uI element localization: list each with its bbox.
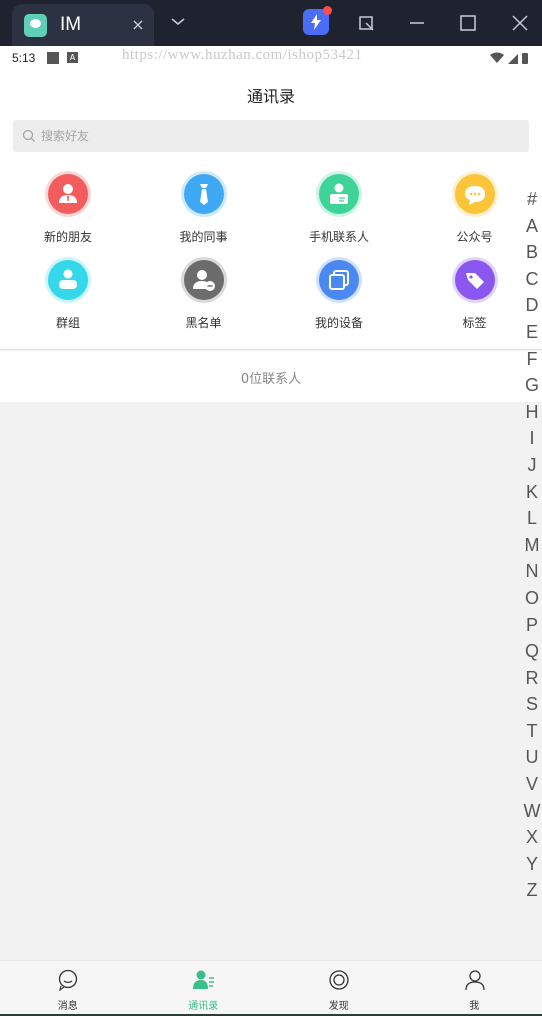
minimize-icon[interactable] [401, 7, 433, 39]
tab-label: 我 [469, 1001, 480, 1012]
index-letter[interactable]: L [522, 505, 542, 532]
index-letter[interactable]: H [522, 399, 542, 426]
index-letter[interactable]: T [522, 718, 542, 745]
index-letter[interactable]: Y [522, 851, 542, 878]
shortcut-groups[interactable]: 群组 [0, 250, 136, 336]
profile-icon [464, 970, 485, 991]
phone-screen: 5:13 A https://www.huzhan.com/ishop53421… [0, 46, 542, 1016]
search-input[interactable] [41, 120, 511, 152]
index-letter[interactable]: R [522, 665, 542, 692]
index-letter[interactable]: I [522, 425, 542, 452]
maximize-icon[interactable] [452, 7, 484, 39]
colleague-icon [180, 171, 227, 217]
shortcut-label: 群组 [55, 316, 80, 330]
phone-contacts-icon [316, 171, 362, 217]
shortcut-label: 我的设备 [314, 316, 363, 330]
screen-capture-icon[interactable] [350, 7, 382, 39]
tab-close-icon[interactable]: × [126, 13, 150, 37]
index-letter[interactable]: A [522, 213, 542, 240]
shortcut-phone-contacts[interactable]: 手机联系人 [271, 164, 407, 250]
notification-square-icon [47, 52, 59, 64]
group-icon [45, 257, 91, 303]
index-letter[interactable]: P [522, 612, 542, 639]
notification-dot [323, 6, 332, 15]
index-letter[interactable]: G [522, 372, 542, 399]
shortcut-blacklist[interactable]: 黑名单 [136, 250, 272, 336]
shortcut-new-friends[interactable]: 新的朋友 [0, 164, 136, 250]
index-letter[interactable]: Q [522, 638, 542, 665]
index-letter[interactable]: O [522, 585, 542, 612]
index-letter[interactable]: C [522, 266, 542, 293]
index-letter[interactable]: F [522, 346, 542, 373]
tab-discover[interactable]: 发现 [271, 961, 407, 1015]
page-title: 通讯录 [246, 87, 295, 106]
search-icon [22, 129, 35, 142]
contact-count: 0位联系人 [240, 372, 302, 387]
tab-label: 消息 [57, 1001, 78, 1012]
keyboard-badge-icon: A [67, 52, 78, 63]
contacts-icon [192, 970, 214, 989]
message-icon [58, 969, 78, 991]
status-time: 5:13 [12, 51, 36, 65]
index-letter[interactable]: D [522, 292, 542, 319]
blacklist-icon [180, 257, 227, 303]
watermark-text: https://www.huzhan.com/ishop53421 [122, 47, 363, 63]
contact-count-row: 0位联系人 [0, 351, 542, 402]
speed-app-icon[interactable] [303, 6, 332, 35]
search-section [0, 116, 542, 156]
alphabet-index-bar[interactable]: # A B C D E F G H I J K L M N O P Q R S T U V W X Y Z [522, 186, 542, 904]
discover-icon [329, 970, 349, 990]
emulator-titlebar: IM × [0, 0, 542, 46]
shortcut-label: 黑名单 [185, 316, 222, 330]
tab-title: IM [60, 14, 82, 35]
shortcut-label: 新的朋友 [43, 230, 92, 244]
device-icon [316, 257, 362, 303]
index-letter[interactable]: X [522, 824, 542, 851]
tab-messages[interactable]: 消息 [0, 961, 136, 1015]
signal-battery-icons [490, 52, 528, 64]
search-box[interactable] [13, 120, 529, 152]
index-letter[interactable]: N [522, 558, 542, 585]
index-letter[interactable]: Z [522, 877, 542, 904]
new-friend-icon [45, 171, 91, 217]
shortcut-label: 手机联系人 [308, 230, 369, 244]
tab-label: 通讯录 [188, 1001, 219, 1012]
shortcut-label: 我的同事 [179, 230, 228, 244]
shortcut-grid: 新的朋友 我的同事 手机联系人 公众号 群组 黑名单 我的设备 标签 [0, 156, 542, 350]
official-account-icon [451, 171, 498, 217]
index-letter[interactable]: V [522, 771, 542, 798]
shortcut-colleagues[interactable]: 我的同事 [136, 164, 272, 250]
index-letter[interactable]: S [522, 691, 542, 718]
app-logo-icon [24, 14, 47, 37]
tab-label: 发现 [328, 1001, 349, 1012]
tab-contacts[interactable]: 通讯录 [136, 961, 272, 1015]
index-letter[interactable]: # [522, 186, 542, 213]
index-letter[interactable]: K [522, 479, 542, 506]
close-window-icon[interactable] [504, 7, 536, 39]
index-letter[interactable]: M [522, 532, 542, 559]
window-tab[interactable]: IM × [12, 4, 154, 46]
bottom-tab-bar: 消息 通讯录 发现 我 [0, 960, 542, 1014]
index-letter[interactable]: B [522, 239, 542, 266]
status-bar: 5:13 A https://www.huzhan.com/ishop53421 [0, 46, 542, 70]
tab-me[interactable]: 我 [407, 961, 542, 1015]
index-letter[interactable]: U [522, 744, 542, 771]
index-letter[interactable]: E [522, 319, 542, 346]
shortcut-my-devices[interactable]: 我的设备 [271, 250, 407, 336]
page-header: 通讯录 [0, 70, 542, 116]
index-letter[interactable]: W [522, 798, 542, 825]
tag-icon [451, 257, 498, 303]
chevron-down-icon[interactable] [168, 9, 188, 33]
index-letter[interactable]: J [522, 452, 542, 479]
